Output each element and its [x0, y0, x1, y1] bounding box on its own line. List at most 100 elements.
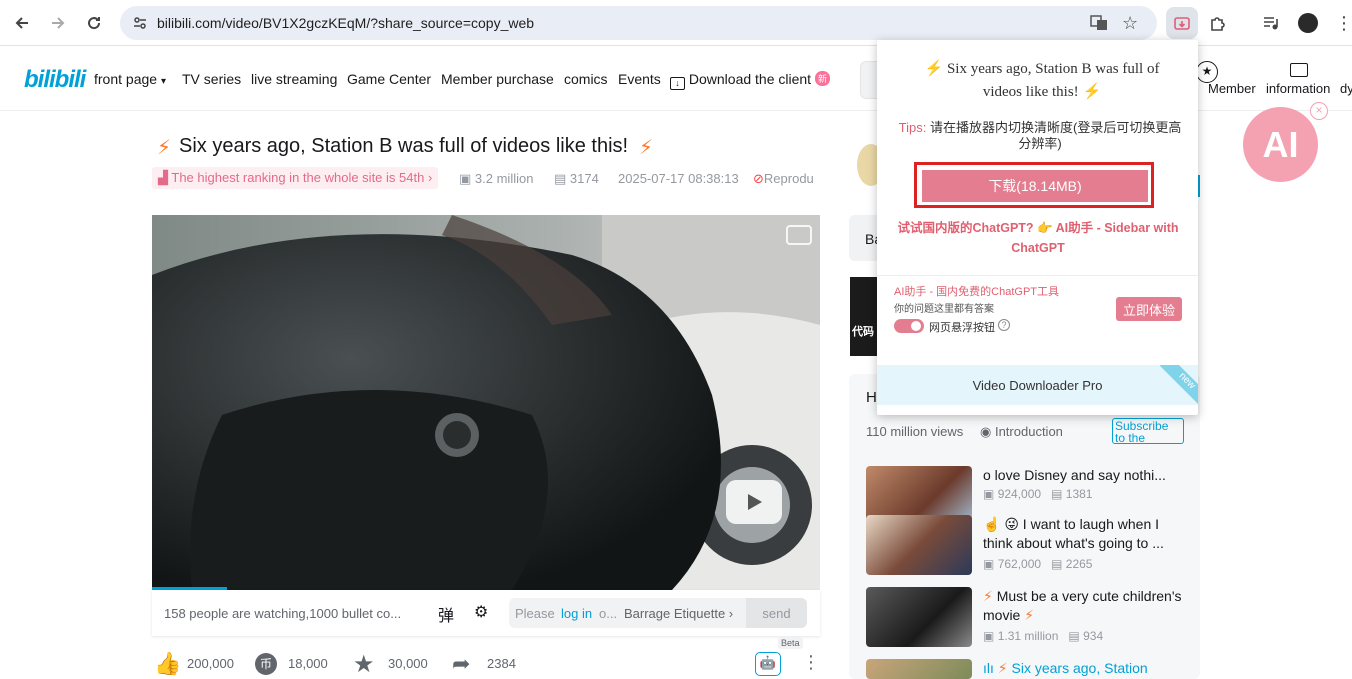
video-thumbnail[interactable] [866, 515, 972, 575]
rec-title[interactable]: ⚡ Must be a very cute children's movie ⚡ [983, 587, 1183, 625]
now-playing-icon: ılı [983, 660, 994, 676]
rec-stats: ▣ 762,000 ▤ 2265 [983, 557, 1092, 571]
rec-comments: 2265 [1065, 557, 1093, 571]
collection-views: 110 million views [866, 424, 964, 439]
url-text[interactable]: bilibili.com/video/BV1X2gczKEqM/?share_s… [157, 15, 534, 31]
nav-tv-series[interactable]: TV series [182, 71, 241, 87]
rec-views: 924,000 [997, 487, 1042, 501]
rec-title-playing[interactable]: ılı ⚡ Six years ago, Station [983, 659, 1183, 678]
nav-comics[interactable]: comics [564, 71, 608, 87]
rec-stats: ▣ 924,000 ▤ 1381 [983, 487, 1092, 501]
play-count-icon: ▣ [983, 629, 995, 643]
lightning-icon: ⚡ [1082, 84, 1102, 100]
nav-member[interactable]: Member [1208, 81, 1256, 96]
ai-assistant-card: AI助手 - 国内免费的ChatGPT工具 你的问题这里都有答案 网页悬浮按钮 … [877, 275, 1198, 355]
video-downloader-extension-icon[interactable] [1166, 7, 1198, 39]
nav-member-purchase[interactable]: Member purchase [441, 71, 554, 87]
video-frame [152, 215, 820, 590]
tips-text: 请在播放器内切换清晰度(登录后可切换更高分辨率) [929, 120, 1182, 151]
forward-icon[interactable] [44, 9, 72, 37]
rec-comments: 1381 [1065, 487, 1093, 501]
beta-badge: Beta [778, 637, 803, 649]
ad-banner-text: 代码 [852, 326, 874, 338]
favorite-count: 30,000 [388, 656, 428, 671]
back-icon[interactable] [8, 9, 36, 37]
nav-front-page[interactable]: front page ▾ [94, 71, 166, 87]
barrage-etiquette-link[interactable]: Barrage Etiquette › [624, 606, 733, 621]
danmaku-toggle-icon[interactable]: 弹 [438, 602, 454, 626]
float-button-toggle[interactable] [894, 319, 924, 333]
ranking-badge[interactable]: ▟ The highest ranking in the whole site … [152, 167, 439, 189]
danmaku-bar: 158 people are watching,1000 bullet co..… [152, 590, 820, 636]
profile-avatar[interactable] [1298, 13, 1318, 33]
nav-front-page-label: front page [94, 71, 158, 87]
danmaku-settings-icon[interactable]: ⚙ [474, 602, 488, 622]
eye-icon: ◉ [980, 424, 992, 439]
video-downloader-pro-footer[interactable]: Video Downloader Pro [877, 365, 1198, 405]
login-link[interactable]: log in [561, 606, 592, 621]
video-thumbnail[interactable] [866, 659, 972, 679]
rec-comments: 934 [1083, 629, 1104, 643]
subscribe-collection-button[interactable]: Subscribe to the collection [1112, 418, 1184, 444]
translate-icon[interactable] [1090, 14, 1108, 37]
reproduction-text: Reprodu [763, 171, 814, 186]
rec-views: 1.31 million [997, 629, 1059, 643]
list-item[interactable]: ☝️ 😜 I want to laugh when I think about … [866, 515, 1186, 577]
nav-game-center[interactable]: Game Center [347, 71, 431, 87]
list-item[interactable]: ⚡ Must be a very cute children's movie ⚡… [866, 587, 1186, 649]
nav-events[interactable]: Events [618, 71, 661, 87]
ai-float-button[interactable]: AI [1243, 107, 1318, 182]
ad-banner-edge[interactable]: 代码 [850, 277, 880, 356]
danmaku-input[interactable]: Please log in o... Barrage Etiquette › s… [509, 598, 807, 628]
extensions-puzzle-icon[interactable] [1204, 9, 1232, 37]
rec-title-text: Must be a very cute children's movie [983, 588, 1182, 623]
lightning-icon: ⚡ [639, 137, 654, 159]
video-downloader-popup: ⚡ Six years ago, Station B was full of v… [877, 40, 1198, 415]
favorite-star-icon[interactable]: ★ [353, 650, 375, 679]
lightning-icon: ⚡ [997, 660, 1008, 676]
introduction-link[interactable]: ◉ Introduction [980, 424, 1063, 440]
bilibili-logo[interactable]: bilibili [24, 66, 86, 94]
download-button[interactable]: 下载(18.14MB) [922, 170, 1148, 202]
nav-download-client[interactable]: ↓ Download the client 新 [670, 71, 830, 90]
reload-icon[interactable] [80, 9, 108, 37]
ai-card-title: AI助手 - 国内免费的ChatGPT工具 [894, 286, 1060, 298]
more-options-icon[interactable]: ⋮ [802, 652, 820, 673]
share-icon[interactable]: ➦ [452, 651, 470, 677]
introduction-label: Introduction [994, 424, 1063, 439]
try-now-button[interactable]: 立即体验 [1116, 297, 1182, 321]
media-control-icon[interactable] [1257, 9, 1285, 37]
nav-dy[interactable]: dy [1340, 81, 1352, 96]
popup-title-text: Six years ago, Station B was full of vid… [946, 61, 1160, 100]
site-info-icon[interactable] [132, 15, 148, 36]
close-icon[interactable]: × [1310, 102, 1328, 120]
rec-title[interactable]: ☝️ 😜 I want to laugh when I think about … [983, 515, 1183, 553]
help-icon[interactable]: ? [998, 319, 1010, 331]
list-item[interactable]: ılı ⚡ Six years ago, Station [866, 659, 1186, 679]
send-button[interactable]: send [746, 598, 807, 628]
play-button-icon[interactable] [726, 480, 782, 524]
bookmark-star-icon[interactable]: ☆ [1122, 13, 1138, 34]
screenshot-camera-icon[interactable] [786, 225, 812, 245]
address-bar[interactable]: bilibili.com/video/BV1X2gczKEqM/?share_s… [120, 6, 1157, 40]
ranking-text: The highest ranking in the whole site is… [171, 170, 425, 185]
video-player[interactable] [152, 215, 820, 590]
message-icon[interactable] [1290, 63, 1308, 77]
danmaku-count: 3174 [569, 171, 599, 186]
nav-information[interactable]: information [1266, 81, 1330, 96]
chatgpt-promo-link[interactable]: 试试国内版的ChatGPT? 👉 AI助手 - Sidebar with Cha… [885, 218, 1191, 258]
share-count: 2384 [487, 656, 516, 671]
lightning-icon: ⚡ [1024, 607, 1035, 623]
coin-icon[interactable]: 币 [255, 653, 277, 675]
like-icon[interactable]: 👍 [154, 651, 181, 677]
watching-count: 158 people are watching,1000 bullet co..… [164, 606, 402, 621]
nav-live-streaming[interactable]: live streaming [251, 71, 337, 87]
popup-title: ⚡ Six years ago, Station B was full of v… [907, 58, 1177, 104]
member-icon[interactable]: ★ [1196, 61, 1218, 83]
rec-title[interactable]: o love Disney and say nothi... [983, 466, 1183, 485]
ai-robot-icon[interactable]: 🤖 [755, 652, 781, 676]
video-thumbnail[interactable] [866, 587, 972, 647]
publish-date: 2025-07-17 08:38:13 [618, 171, 739, 186]
danmaku-icon: ▤ [1051, 487, 1063, 501]
chrome-menu-icon[interactable]: ⋮ [1330, 9, 1352, 37]
